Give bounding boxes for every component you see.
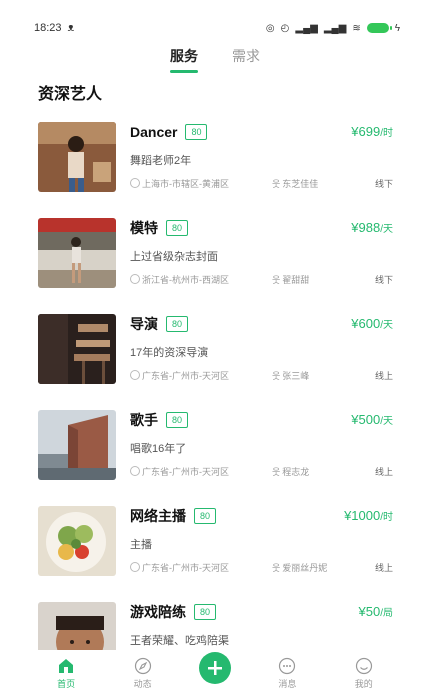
item-person: 웃 爱丽丝丹妮: [272, 562, 328, 573]
item-name: 游戏陪练: [130, 604, 186, 620]
item-description: 主播: [130, 539, 152, 551]
smiley-icon: [355, 657, 372, 675]
status-icons: ◎ ◴ ▂▄▆ ▂▄▆ ≋ ϟ: [266, 14, 400, 42]
home-icon: [59, 659, 74, 673]
status-bar: 18:23 ᴥ ◎ ◴ ▂▄▆ ▂▄▆ ≋ ϟ: [0, 0, 430, 42]
item-name: 网络主播: [130, 508, 186, 524]
item-location: 广东省-广州市-天河区: [130, 561, 272, 574]
plus-icon: [207, 661, 222, 675]
item-location: 广东省-广州市-天河区: [130, 369, 272, 382]
item-mode: 线上: [374, 371, 393, 381]
item-thumbnail: [38, 410, 116, 480]
charging-icon: ϟ: [394, 22, 400, 34]
item-mode: 线上: [374, 467, 393, 477]
tab-services[interactable]: 服务: [170, 44, 198, 72]
location-icon: [130, 466, 140, 476]
compass-icon: [134, 657, 151, 675]
item-price: ¥600/天: [351, 316, 393, 331]
bottom-nav: 首页 动态 消息 我的: [0, 650, 430, 696]
item-price: ¥500/天: [351, 412, 393, 427]
item-description: 17年的资深导演: [130, 347, 209, 359]
nav-messages[interactable]: 消息: [267, 657, 307, 690]
chat-icon: [279, 657, 296, 675]
item-name: 歌手: [130, 412, 158, 428]
section-title: 资深艺人: [38, 86, 103, 103]
item-price: ¥988/天: [351, 220, 393, 235]
wifi-icon: ≋: [352, 22, 361, 34]
item-thumbnail: [38, 602, 116, 650]
item-location: 浙江省-杭州市-西湖区: [130, 273, 272, 286]
tab-demands[interactable]: 需求: [232, 44, 260, 72]
item-price: ¥699/时: [351, 124, 393, 139]
item-name: 模特: [130, 220, 158, 236]
item-description: 唱歌16年了: [130, 443, 187, 455]
person-icon: 웃: [272, 466, 281, 477]
alarm-icon: ◎: [265, 22, 275, 34]
list-item[interactable]: 游戏陪练 80 ¥50/局 王者荣耀、吃鸡陪渠: [38, 590, 393, 650]
item-price: ¥50/局: [358, 604, 393, 619]
person-icon: 웃: [272, 178, 281, 189]
person-icon: 웃: [272, 274, 281, 285]
person-icon: 웃: [272, 370, 281, 381]
item-location: 广东省-广州市-天河区: [130, 465, 272, 478]
item-badge: 80: [166, 316, 189, 332]
nav-profile-label: 我的: [354, 679, 373, 689]
item-description: 舞蹈老师2年: [130, 155, 192, 167]
item-name: 导演: [130, 316, 158, 332]
item-badge: 80: [194, 604, 217, 620]
list-item[interactable]: 歌手 80 ¥500/天 唱歌16年了 广东省-广州市-天河区 웃 程志龙 线上: [38, 398, 393, 494]
item-badge: 80: [185, 124, 208, 140]
item-price: ¥1000/时: [344, 508, 393, 523]
list-item[interactable]: Dancer 80 ¥699/时 舞蹈老师2年 上海市-市辖区-黄浦区 웃 东芝佳…: [38, 110, 393, 206]
list-item[interactable]: 网络主播 80 ¥1000/时 主播 广东省-广州市-天河区 웃 爱丽丝丹妮 线上: [38, 494, 393, 590]
item-person: 웃 东芝佳佳: [272, 178, 319, 189]
item-thumbnail: [38, 218, 116, 288]
item-thumbnail: [38, 506, 116, 576]
nav-profile[interactable]: 我的: [344, 657, 384, 690]
nav-messages-label: 消息: [278, 679, 297, 689]
location-icon: [130, 370, 140, 380]
item-thumbnail: [38, 314, 116, 384]
item-mode: 线下: [374, 275, 393, 285]
nav-home[interactable]: 首页: [46, 657, 86, 690]
item-mode: 线下: [374, 179, 393, 189]
item-person: 웃 翟甜甜: [272, 274, 310, 285]
list-item[interactable]: 模特 80 ¥988/天 上过省级杂志封面 浙江省-杭州市-西湖区 웃 翟甜甜 线…: [38, 206, 393, 302]
item-mode: 线上: [374, 563, 393, 573]
item-badge: 80: [166, 412, 189, 428]
item-badge: 80: [194, 508, 217, 524]
item-name: Dancer: [130, 124, 178, 140]
item-person: 웃 张三峰: [272, 370, 310, 381]
status-time: 18:23: [34, 22, 62, 34]
nav-feed-label: 动态: [133, 679, 152, 689]
nav-home-label: 首页: [57, 679, 76, 689]
location-icon: [130, 178, 140, 188]
signal-icon-2: ▂▄▆: [323, 22, 347, 34]
location-icon: [130, 562, 140, 572]
battery-icon: [366, 23, 392, 33]
item-badge: 80: [166, 220, 189, 236]
item-description: 王者荣耀、吃鸡陪渠: [130, 635, 229, 647]
item-location: 上海市-市辖区-黄浦区: [130, 177, 272, 190]
signal-icon: ▂▄▆: [295, 22, 318, 34]
add-button[interactable]: [198, 652, 231, 684]
item-thumbnail: [38, 122, 116, 192]
status-extra: ᴥ: [67, 22, 75, 34]
artist-list: Dancer 80 ¥699/时 舞蹈老师2年 上海市-市辖区-黄浦区 웃 东芝佳…: [0, 110, 430, 650]
item-description: 上过省级杂志封面: [130, 251, 218, 263]
person-icon: 웃: [272, 562, 281, 573]
nav-feed[interactable]: 动态: [123, 657, 163, 690]
list-item[interactable]: 导演 80 ¥600/天 17年的资深导演 广东省-广州市-天河区 웃 张三峰 线…: [38, 302, 393, 398]
top-tabs: 服务 需求: [0, 44, 430, 72]
item-person: 웃 程志龙: [272, 466, 310, 477]
location-icon: [130, 274, 140, 284]
clock-icon: ◴: [280, 22, 290, 34]
